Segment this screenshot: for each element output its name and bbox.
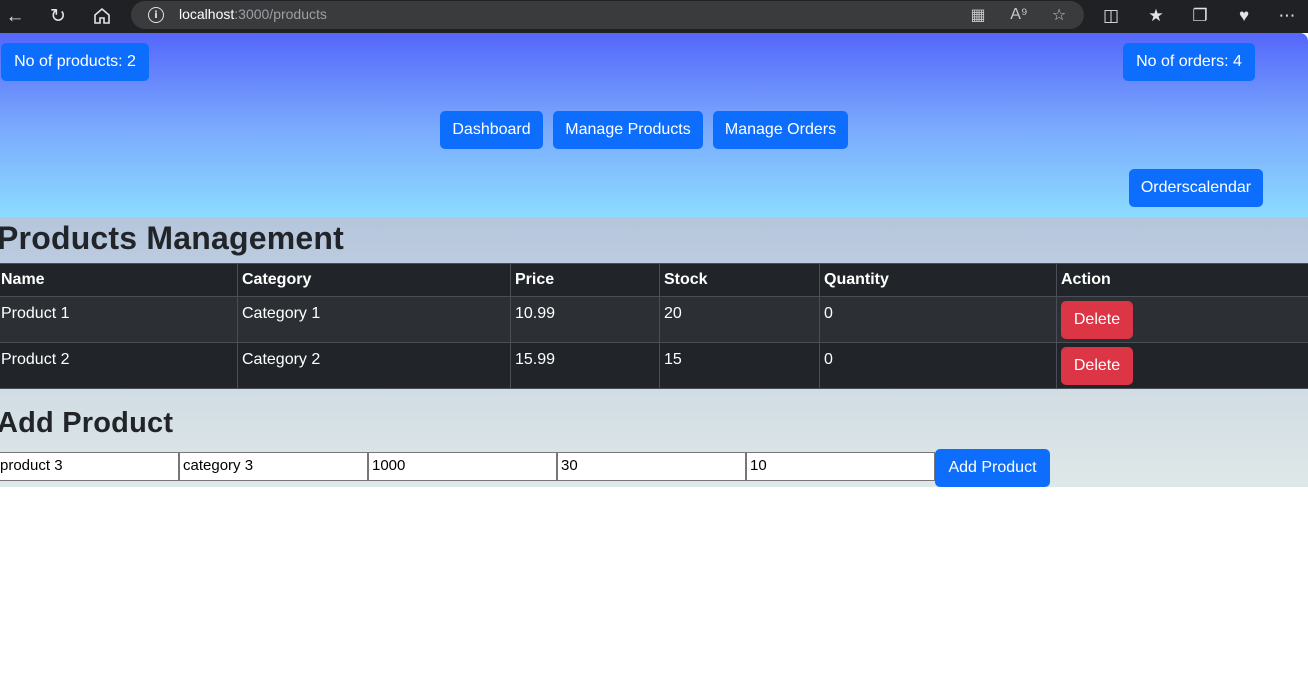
read-aloud-icon[interactable]: A⁹ [1008,5,1030,25]
home-icon-svg [94,7,110,24]
column-header-stock: Stock [659,263,820,297]
cell-price: 10.99 [510,296,660,343]
more-options-icon[interactable]: ⋯ [1274,4,1300,28]
add-product-title: Add Product [0,407,174,439]
cell-category: Category 1 [237,296,511,343]
address-bar[interactable]: i localhost:3000/products ▦ A⁹ ☆ [131,1,1084,29]
split-screen-icon[interactable]: ◫ [1098,4,1124,28]
cell-stock: 20 [659,296,820,343]
manage-orders-button[interactable]: Manage Orders [713,111,848,149]
column-header-action: Action [1056,263,1308,297]
column-header-category: Category [237,263,511,297]
column-header-quantity: Quantity [819,263,1057,297]
product-category-input[interactable]: category 3 [179,452,368,481]
home-icon[interactable] [88,3,116,29]
products-table: Name Category Price Stock Quantity Actio… [0,263,1308,389]
table-row: Product 1 Category 1 10.99 20 0 Delete [0,296,1308,343]
collections-icon[interactable]: ❐ [1187,4,1213,28]
manage-products-button[interactable]: Manage Products [553,111,703,149]
cell-category: Category 2 [237,342,511,389]
cell-action: Delete [1056,342,1308,389]
product-name-input[interactable]: product 3 [0,452,179,481]
product-stock-input[interactable]: 30 [557,452,746,481]
cell-action: Delete [1056,296,1308,343]
cell-price: 15.99 [510,342,660,389]
favorites-icon[interactable]: ★ [1143,4,1169,28]
site-info-icon[interactable]: i [148,7,164,23]
cell-name: Product 1 [0,296,238,343]
url-host: localhost [179,6,235,22]
cell-name: Product 2 [0,342,238,389]
page: No of products: 2 No of orders: 4 Dashbo… [0,33,1308,676]
products-management-title: Products Management [0,220,344,256]
cell-stock: 15 [659,342,820,389]
products-count-badge[interactable]: No of products: 2 [1,43,149,81]
reload-icon[interactable]: ↻ [44,3,72,29]
products-section: Products Management Name Category Price … [0,217,1308,487]
url-path: :3000/products [234,6,327,22]
delete-button[interactable]: Delete [1061,347,1133,385]
cell-quantity: 0 [819,296,1057,343]
orderscalendar-button[interactable]: Orderscalendar [1129,169,1263,207]
header-banner: No of products: 2 No of orders: 4 Dashbo… [0,33,1308,217]
table-header-row: Name Category Price Stock Quantity Actio… [0,263,1308,297]
favorite-star-icon[interactable]: ☆ [1048,5,1070,25]
dashboard-button[interactable]: Dashboard [440,111,543,149]
browser-essentials-icon[interactable]: ♥ [1231,4,1257,28]
column-header-name: Name [0,263,238,297]
browser-toolbar: ← ↻ i localhost:3000/products ▦ A⁹ ☆ ◫ ★… [0,0,1308,33]
add-product-button[interactable]: Add Product [935,449,1050,487]
column-header-price: Price [510,263,660,297]
address-url[interactable]: localhost:3000/products [179,6,327,22]
back-arrow-icon[interactable]: ← [1,3,29,29]
product-price-input[interactable]: 1000 [368,452,557,481]
cell-quantity: 0 [819,342,1057,389]
orders-count-badge[interactable]: No of orders: 4 [1123,43,1255,81]
app-available-icon[interactable]: ▦ [967,5,989,25]
product-quantity-input[interactable]: 10 [746,452,935,481]
delete-button[interactable]: Delete [1061,301,1133,339]
table-row: Product 2 Category 2 15.99 15 0 Delete [0,342,1308,389]
